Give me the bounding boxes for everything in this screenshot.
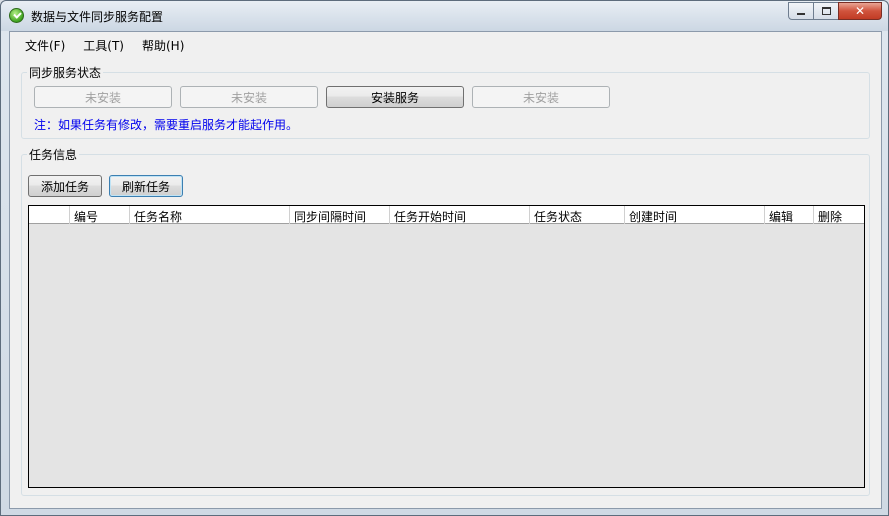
service-status-title: 同步服务状态	[27, 64, 104, 81]
menu-bar: 文件(F) 工具(T) 帮助(H)	[10, 32, 881, 56]
service-4-button[interactable]: 未安装	[472, 86, 610, 108]
menu-help[interactable]: 帮助(H)	[133, 32, 193, 56]
close-icon: ✕	[854, 4, 866, 18]
maximize-icon	[821, 7, 831, 15]
menu-tools[interactable]: 工具(T)	[74, 32, 133, 56]
column-header-status[interactable]: 任务状态	[530, 206, 625, 224]
column-header-id[interactable]: 编号	[70, 206, 130, 224]
column-header-created-time[interactable]: 创建时间	[625, 206, 765, 224]
maximize-button[interactable]	[813, 2, 839, 20]
install-service-button[interactable]: 安装服务	[326, 86, 464, 108]
minimize-icon	[797, 13, 805, 15]
main-window: 数据与文件同步服务配置 ✕ 文件(F) 工具(T) 帮助(H) 同步服务状态 未…	[0, 0, 889, 516]
task-table-header: 编号 任务名称 同步间隔时间 任务开始时间 任务状态 创建时间 编辑 删除	[29, 206, 864, 224]
caption-buttons: ✕	[788, 2, 882, 20]
service-2-button[interactable]: 未安装	[180, 86, 318, 108]
column-header-task-name[interactable]: 任务名称	[130, 206, 290, 224]
restart-note: 注：如果任务有修改，需要重启服务才能起作用。	[34, 118, 299, 132]
column-header-interval[interactable]: 同步间隔时间	[290, 206, 390, 224]
add-task-button[interactable]: 添加任务	[28, 175, 102, 197]
task-info-title: 任务信息	[27, 146, 80, 163]
task-table[interactable]: 编号 任务名称 同步间隔时间 任务开始时间 任务状态 创建时间 编辑 删除	[28, 205, 865, 488]
window-title: 数据与文件同步服务配置	[31, 10, 164, 24]
column-header-select[interactable]	[29, 206, 70, 224]
menu-file[interactable]: 文件(F)	[16, 32, 74, 56]
service-1-button[interactable]: 未安装	[34, 86, 172, 108]
app-logo-icon	[9, 8, 24, 23]
column-header-delete[interactable]: 删除	[814, 206, 863, 224]
column-header-start-time[interactable]: 任务开始时间	[390, 206, 530, 224]
title-bar[interactable]: 数据与文件同步服务配置 ✕	[1, 1, 888, 31]
close-button[interactable]: ✕	[838, 2, 882, 20]
refresh-task-button[interactable]: 刷新任务	[109, 175, 183, 197]
minimize-button[interactable]	[788, 2, 814, 20]
client-area: 文件(F) 工具(T) 帮助(H) 同步服务状态 未安装 未安装 安装服务 未安…	[9, 31, 882, 509]
column-header-edit[interactable]: 编辑	[765, 206, 814, 224]
